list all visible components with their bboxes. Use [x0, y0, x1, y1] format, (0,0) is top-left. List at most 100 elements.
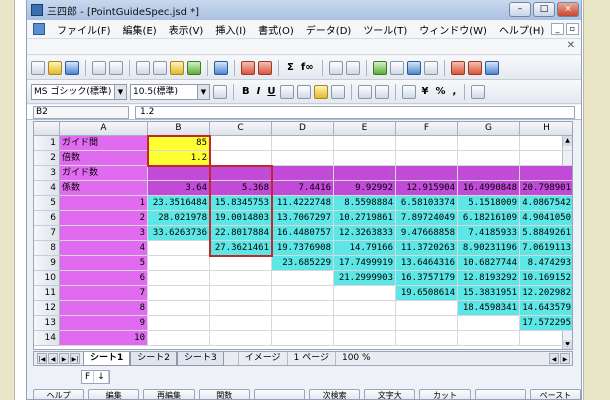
- menu-help[interactable]: ヘルプ(H): [493, 22, 550, 37]
- cell-B14[interactable]: [148, 331, 210, 346]
- cell-D10[interactable]: [272, 271, 334, 286]
- table-icon[interactable]: [389, 60, 404, 75]
- cell-H8[interactable]: 7.0619113: [520, 241, 572, 256]
- grid-icon[interactable]: [423, 60, 438, 75]
- cell-A11[interactable]: 7: [60, 286, 148, 301]
- minimize-button[interactable]: –: [509, 2, 531, 17]
- cell-F12[interactable]: [396, 301, 458, 316]
- tab-sheet1[interactable]: シート1: [83, 351, 131, 366]
- row-header-12[interactable]: 12: [34, 301, 60, 316]
- insert-column-icon[interactable]: [258, 60, 272, 75]
- cell-reference-box[interactable]: B2: [33, 106, 129, 119]
- menu-edit[interactable]: 編集(E): [117, 22, 163, 37]
- currency-button[interactable]: ¥: [419, 86, 430, 97]
- fkey-6[interactable]: 次検索: [309, 389, 361, 399]
- cell-A10[interactable]: 6: [60, 271, 148, 286]
- cell-G9[interactable]: 10.6827744: [458, 256, 520, 271]
- row-header-9[interactable]: 9: [34, 256, 60, 271]
- cell-H1[interactable]: [520, 136, 572, 151]
- cell-H2[interactable]: [520, 151, 572, 166]
- cell-D9[interactable]: 23.685229: [272, 256, 334, 271]
- cell-E3[interactable]: 6: [334, 166, 396, 181]
- cell-A14[interactable]: 10: [60, 331, 148, 346]
- row-header-1[interactable]: 1: [34, 136, 60, 151]
- cell-B8[interactable]: [148, 241, 210, 256]
- cell-B10[interactable]: [148, 271, 210, 286]
- cell-F3[interactable]: 7: [396, 166, 458, 181]
- font-size-select[interactable]: 10.5(標準) ▼: [130, 83, 210, 100]
- cell-A5[interactable]: 1: [60, 196, 148, 211]
- cell-D13[interactable]: [272, 316, 334, 331]
- cell-G7[interactable]: 7.4185933: [458, 226, 520, 241]
- cell-C12[interactable]: [210, 301, 272, 316]
- align-left-icon[interactable]: [471, 84, 486, 99]
- fkey-10[interactable]: ペースト: [529, 389, 581, 399]
- cell-B2[interactable]: 1.2: [148, 151, 210, 166]
- last-sheet-icon[interactable]: ▶|: [70, 353, 80, 364]
- cell-C10[interactable]: [210, 271, 272, 286]
- cell-C2[interactable]: [210, 151, 272, 166]
- cell-E5[interactable]: 8.5598884: [334, 196, 396, 211]
- cell-G10[interactable]: 12.8193292: [458, 271, 520, 286]
- cell-C6[interactable]: 19.0014803: [210, 211, 272, 226]
- ime-arrow[interactable]: ↓: [94, 371, 109, 383]
- cell-F8[interactable]: 11.3720263: [396, 241, 458, 256]
- cell-E10[interactable]: 21.2999903: [334, 271, 396, 286]
- row-header-5[interactable]: 5: [34, 196, 60, 211]
- cell-B4[interactable]: 3.64: [148, 181, 210, 196]
- cell-F4[interactable]: 12.915904: [396, 181, 458, 196]
- cell-H7[interactable]: 5.8849261: [520, 226, 572, 241]
- cell-B1[interactable]: 85: [148, 136, 210, 151]
- cell-C5[interactable]: 15.8345753: [210, 196, 272, 211]
- draw-icon[interactable]: [406, 60, 421, 75]
- cell-E7[interactable]: 12.3263833: [334, 226, 396, 241]
- copy-icon[interactable]: [153, 60, 167, 75]
- cell-A8[interactable]: 4: [60, 241, 148, 256]
- cell-E13[interactable]: [334, 316, 396, 331]
- cell-F1[interactable]: [396, 136, 458, 151]
- menu-window[interactable]: ウィンドウ(W): [413, 22, 493, 37]
- cell-D12[interactable]: [272, 301, 334, 316]
- menu-tools[interactable]: ツール(T): [357, 22, 413, 37]
- cell-F14[interactable]: [396, 331, 458, 346]
- cell-G11[interactable]: 15.3831951: [458, 286, 520, 301]
- grow-font-icon[interactable]: [358, 84, 373, 99]
- cell-G1[interactable]: [458, 136, 520, 151]
- row-header-14[interactable]: 14: [34, 331, 60, 346]
- font-family-select[interactable]: MS ゴシック(標準) ▼: [31, 83, 127, 100]
- row-header-2[interactable]: 2: [34, 151, 60, 166]
- cell-C4[interactable]: 5.368: [210, 181, 272, 196]
- cell-H9[interactable]: 8.474293: [520, 256, 572, 271]
- open-folder-icon[interactable]: [48, 60, 62, 75]
- cell-G3[interactable]: 8: [458, 166, 520, 181]
- cell-B3[interactable]: 3: [148, 166, 210, 181]
- menu-insert[interactable]: 挿入(I): [209, 22, 252, 37]
- cell-D8[interactable]: 19.7376908: [272, 241, 334, 256]
- chart-icon[interactable]: [372, 60, 387, 75]
- undo-icon[interactable]: [214, 60, 228, 75]
- shrink-font-icon[interactable]: [375, 84, 390, 99]
- row-header-6[interactable]: 6: [34, 211, 60, 226]
- cell-D5[interactable]: 11.4222748: [272, 196, 334, 211]
- cell-B5[interactable]: 23.3516484: [148, 196, 210, 211]
- bold-button[interactable]: B: [240, 86, 252, 97]
- doc-minimize-button[interactable]: _: [551, 23, 564, 35]
- spreadsheet-grid[interactable]: ▲ ▼ A B C D E F G H 1 ガイド間 85 2 倍数 1.2 3 ガイド数 3 4 5 6 7 8 4 係数 3…: [33, 121, 573, 350]
- sort-descending-icon[interactable]: [345, 60, 360, 75]
- scroll-left-icon[interactable]: ◀: [549, 353, 559, 364]
- tab-sheet3[interactable]: シート3: [177, 351, 224, 366]
- cell-D14[interactable]: [272, 331, 334, 346]
- cell-C7[interactable]: 22.8017884: [210, 226, 272, 241]
- cell-D3[interactable]: 5: [272, 166, 334, 181]
- cell-F9[interactable]: 13.6464316: [396, 256, 458, 271]
- format-cell-icon[interactable]: [213, 84, 227, 99]
- cell-G2[interactable]: [458, 151, 520, 166]
- cell-E8[interactable]: 14.79166: [334, 241, 396, 256]
- image-mode-label[interactable]: イメージ: [237, 352, 287, 365]
- cell-C9[interactable]: [210, 256, 272, 271]
- cell-G4[interactable]: 16.4990848: [458, 181, 520, 196]
- fkey-8[interactable]: カット: [419, 389, 471, 399]
- select-all-corner[interactable]: [34, 122, 60, 136]
- cell-B13[interactable]: [148, 316, 210, 331]
- document-icon[interactable]: [33, 23, 45, 35]
